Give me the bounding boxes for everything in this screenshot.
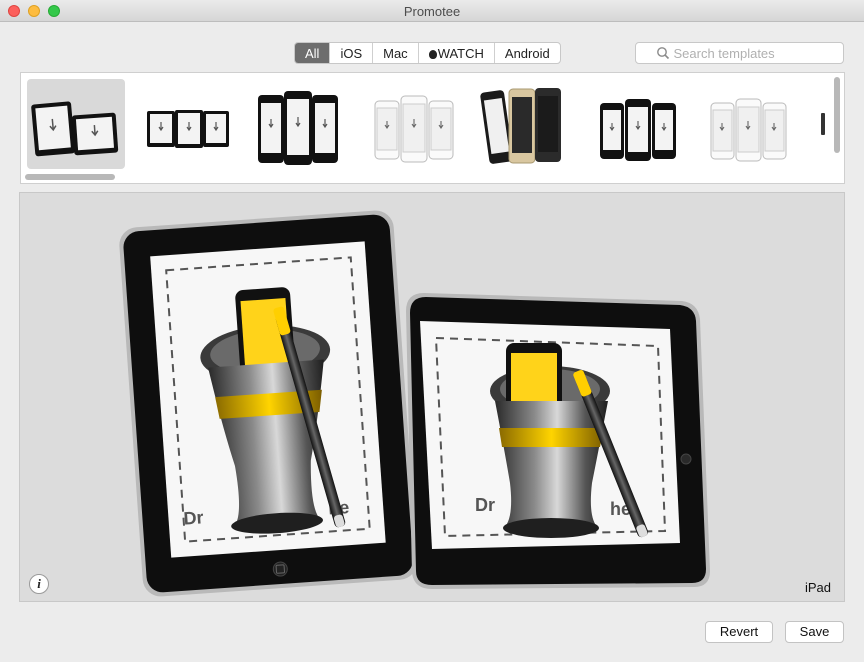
title-bar: Promotee — [0, 0, 864, 22]
save-button[interactable]: Save — [785, 621, 844, 643]
filter-mac[interactable]: Mac — [372, 43, 418, 63]
info-button[interactable]: i — [29, 574, 49, 594]
filter-ios[interactable]: iOS — [329, 43, 372, 63]
app-window: Promotee All iOS Mac WATCH Android Searc… — [0, 0, 864, 662]
template-thumb-ipad-triple[interactable] — [133, 79, 231, 169]
template-thumb-iphone-gold[interactable] — [479, 79, 577, 169]
template-thumb-iphone-dark[interactable] — [591, 79, 689, 169]
svg-text:Dr: Dr — [183, 507, 204, 528]
gallery-vertical-scrollbar[interactable] — [834, 77, 840, 153]
filter-all[interactable]: All — [295, 43, 330, 63]
platform-filter: All iOS Mac WATCH Android — [294, 42, 561, 64]
ipad-mockup-illustration: Dr he — [119, 210, 710, 597]
search-icon — [656, 47, 669, 60]
template-gallery — [20, 72, 845, 184]
device-label: iPad — [804, 580, 831, 595]
template-thumb-iphone-black[interactable] — [249, 79, 347, 169]
template-preview: Dr he — [19, 192, 845, 602]
window-title: Promotee — [403, 4, 461, 19]
template-thumb-ipad-pair[interactable] — [27, 79, 125, 169]
filter-watch[interactable]: WATCH — [417, 43, 494, 63]
svg-text:Dr: Dr — [475, 495, 495, 515]
revert-button[interactable]: Revert — [705, 621, 773, 643]
gallery-horizontal-scrollbar[interactable] — [25, 174, 115, 180]
search-field[interactable] — [635, 42, 844, 64]
apple-icon — [428, 50, 437, 59]
template-thumb-partial — [821, 113, 825, 135]
search-input[interactable] — [673, 45, 824, 61]
filter-watch-label: WATCH — [437, 46, 484, 61]
template-thumb-iphone-white[interactable] — [365, 79, 463, 169]
template-thumb-iphone-white-2[interactable] — [701, 79, 799, 169]
filter-android[interactable]: Android — [493, 43, 560, 63]
